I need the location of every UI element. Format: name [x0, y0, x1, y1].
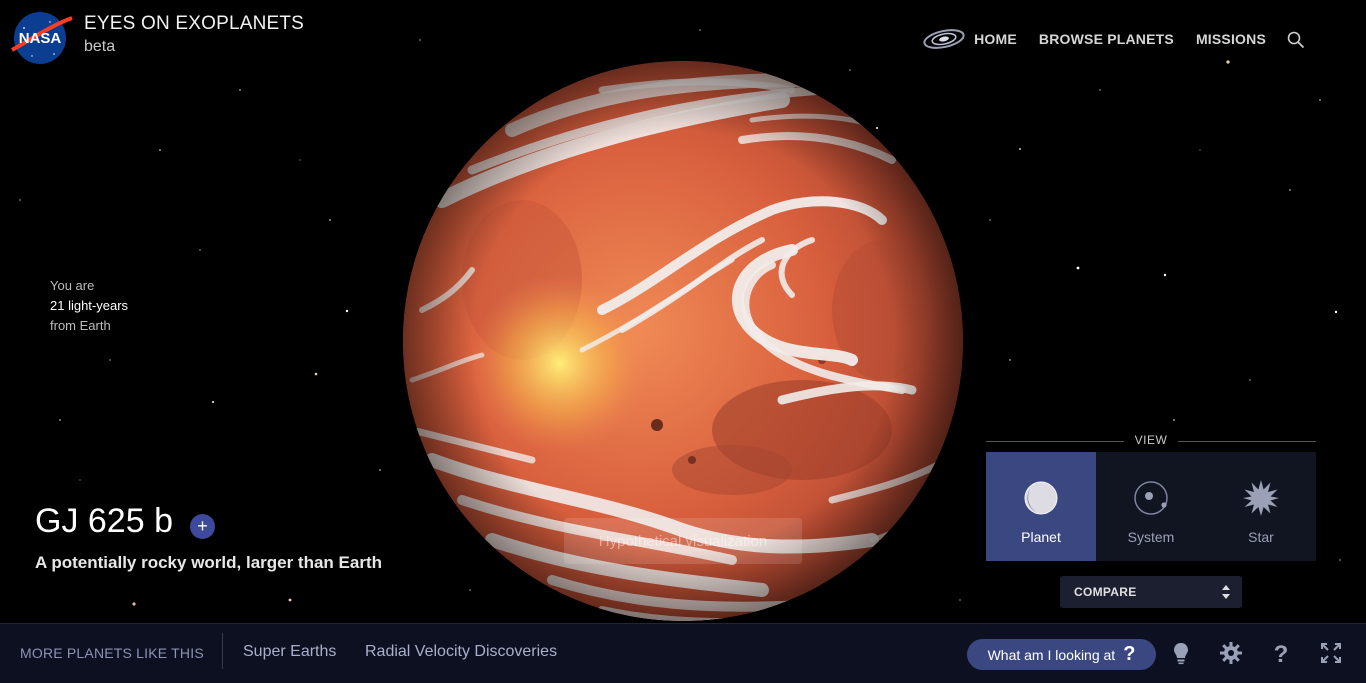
svg-text:?: ? [1274, 641, 1289, 665]
view-system-button[interactable]: System [1096, 452, 1206, 561]
view-star-label: Star [1248, 529, 1274, 545]
more-planets-label: MORE PLANETS LIKE THIS [20, 645, 204, 661]
view-header: VIEW [986, 432, 1316, 450]
nav-home-link[interactable]: HOME [974, 31, 1017, 47]
help-icon[interactable]: ? [1269, 641, 1293, 665]
gear-icon[interactable] [1219, 641, 1243, 665]
view-system-label: System [1127, 529, 1175, 545]
nasa-logo-text: NASA [19, 30, 62, 47]
star-icon [1243, 480, 1279, 516]
search-icon[interactable] [1286, 30, 1306, 50]
view-planet-label: Planet [1021, 529, 1061, 545]
distance-line-3: from Earth [50, 318, 111, 333]
bottom-bar-divider [222, 633, 223, 669]
nav-browse-planets-link[interactable]: BROWSE PLANETS [1039, 31, 1174, 47]
bottom-bar: MORE PLANETS LIKE THIS Super Earths Radi… [0, 623, 1366, 683]
question-icon: ? [1123, 643, 1136, 665]
top-nav: HOME BROWSE PLANETS MISSIONS [922, 24, 1266, 54]
distance-line-1: You are [50, 278, 95, 293]
view-planet-button[interactable]: Planet [986, 452, 1096, 561]
planet-more-info-button[interactable]: + [190, 514, 215, 539]
fullscreen-icon[interactable] [1319, 641, 1343, 665]
looking-label: What am I looking at [987, 646, 1116, 663]
planet-description: A potentially rocky world, larger than E… [35, 553, 382, 572]
select-arrows-icon [1222, 585, 1230, 599]
nasa-logo[interactable]: NASA [10, 10, 74, 66]
radial-velocity-link[interactable]: Radial Velocity Discoveries [365, 643, 557, 661]
app-title[interactable]: EYES ON EXOPLANETS [84, 13, 304, 35]
view-label: VIEW [1134, 433, 1168, 447]
galaxy-icon[interactable] [922, 27, 966, 51]
super-earths-link[interactable]: Super Earths [243, 643, 336, 661]
lightbulb-icon[interactable] [1169, 641, 1193, 665]
planet-icon [1024, 481, 1058, 515]
what-am-i-looking-at-button[interactable]: What am I looking at ? [967, 639, 1156, 670]
nav-missions-link[interactable]: MISSIONS [1196, 31, 1266, 47]
distance-value: 21 light-years [50, 298, 129, 313]
distance-readout: You are 21 light-years from Earth [50, 276, 128, 336]
compare-select[interactable]: COMPARE [1060, 576, 1242, 608]
system-icon [1134, 481, 1168, 515]
hypothetical-visualization-label: Hypothetical visualization [564, 518, 802, 564]
planet-name: GJ 625 b [35, 502, 173, 540]
view-star-button[interactable]: Star [1206, 452, 1316, 561]
view-selector: Planet System Star [986, 452, 1316, 561]
app-subtitle: beta [84, 38, 116, 55]
compare-label: COMPARE [1074, 585, 1137, 599]
